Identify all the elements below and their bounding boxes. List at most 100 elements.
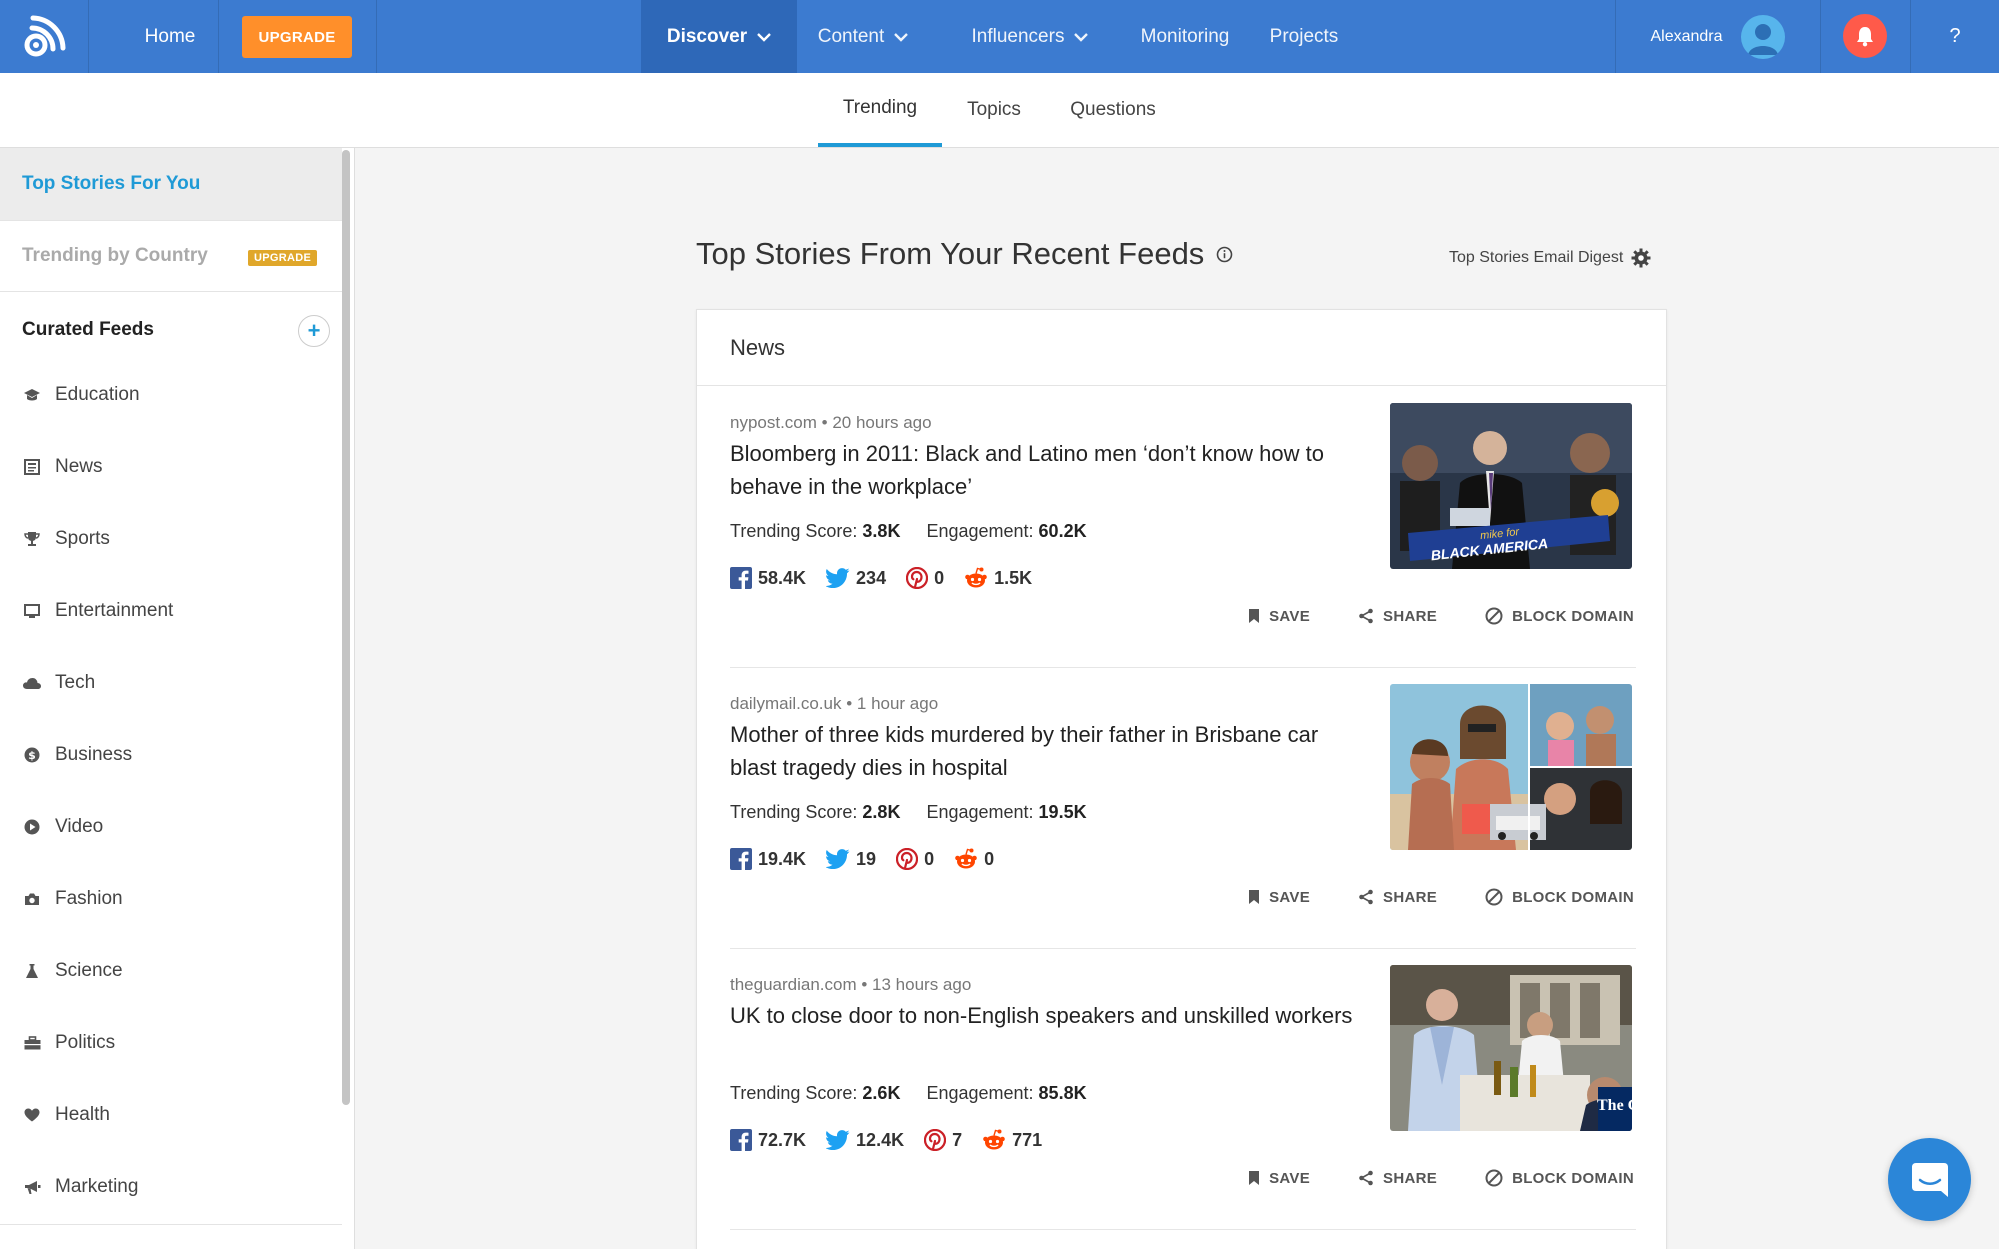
- share-button[interactable]: SHARE: [1358, 888, 1437, 906]
- save-button[interactable]: SAVE: [1248, 888, 1310, 906]
- thumbnail-logo-text: The Gu: [1597, 1097, 1632, 1114]
- share-button[interactable]: SHARE: [1358, 607, 1437, 625]
- chat-launcher-button[interactable]: [1888, 1138, 1971, 1221]
- story-item: nypost.com • 20 hours ago Bloomberg in 2…: [730, 387, 1636, 668]
- nav-divider: [218, 0, 219, 73]
- share-icon: [1359, 1170, 1373, 1186]
- block-domain-button[interactable]: BLOCK DOMAIN: [1485, 888, 1634, 906]
- email-digest-settings[interactable]: Top Stories Email Digest: [1449, 248, 1651, 268]
- top-navigation: Home UPGRADE Discover Content Influencer…: [0, 0, 1999, 73]
- sidebar-item-tech[interactable]: Tech: [0, 653, 342, 713]
- sidebar-item-video[interactable]: Video: [0, 797, 342, 857]
- reddit-icon: [983, 1129, 1005, 1150]
- sidebar-item-label: Sports: [55, 528, 110, 549]
- sidebar-item-label: Marketing: [55, 1176, 139, 1197]
- nav-influencers[interactable]: Influencers: [955, 0, 1105, 73]
- sidebar-item-politics[interactable]: Politics: [0, 1013, 342, 1073]
- twitter-count: 234: [826, 567, 886, 589]
- sidebar-item-fashion[interactable]: Fashion: [0, 869, 342, 929]
- share-icon: [1359, 608, 1373, 624]
- reddit-count: 0: [954, 848, 994, 870]
- pinterest-count: 0: [906, 567, 944, 589]
- sidebar-item-science[interactable]: Science: [0, 941, 342, 1001]
- story-headline[interactable]: UK to close door to non-English speakers…: [730, 999, 1360, 1032]
- cloud-icon: [23, 674, 41, 692]
- story-thumbnail[interactable]: BLACK AMERICA mike for: [1390, 403, 1632, 569]
- notifications-button[interactable]: [1843, 14, 1887, 58]
- facebook-icon: [730, 567, 752, 589]
- sidebar-item-business[interactable]: $ Business: [0, 725, 342, 785]
- tab-topics[interactable]: Topics: [955, 73, 1033, 147]
- tab-trending[interactable]: Trending: [818, 73, 942, 147]
- story-source[interactable]: dailymail.co.uk • 1 hour ago: [730, 694, 938, 714]
- story-actions: SAVE SHARE BLOCK DOMAIN: [1248, 607, 1634, 625]
- nav-discover[interactable]: Discover: [641, 0, 797, 73]
- nav-projects[interactable]: Projects: [1260, 0, 1348, 73]
- play-icon: [23, 818, 41, 836]
- story-scores: Trending Score: 2.6K Engagement: 85.8K: [730, 1083, 1087, 1104]
- page-title-text: Top Stories From Your Recent Feeds: [696, 236, 1205, 271]
- sidebar-divider: [0, 1224, 342, 1225]
- nav-content[interactable]: Content: [803, 0, 923, 73]
- reddit-count: 771: [982, 1129, 1042, 1151]
- engagement-score: Engagement: 85.8K: [926, 1083, 1087, 1103]
- story-item: dailymail.co.uk • 1 hour ago Mother of t…: [730, 668, 1636, 949]
- help-button[interactable]: ?: [1935, 0, 1975, 73]
- nav-home[interactable]: Home: [120, 0, 220, 73]
- save-button[interactable]: SAVE: [1248, 1169, 1310, 1187]
- sidebar-item-top-stories[interactable]: Top Stories For You: [0, 148, 342, 220]
- sidebar-item-label: Politics: [55, 1032, 116, 1053]
- engagement-score: Engagement: 19.5K: [926, 802, 1087, 822]
- pinterest-icon: [924, 1129, 947, 1151]
- engagement-score: Engagement: 60.2K: [926, 521, 1087, 541]
- reddit-icon: [955, 848, 977, 869]
- sidebar-item-entertainment[interactable]: Entertainment: [0, 581, 342, 641]
- reddit-icon: [965, 567, 987, 588]
- sidebar-item-news[interactable]: News: [0, 437, 342, 497]
- graduation-cap-icon: [23, 386, 41, 404]
- tab-questions[interactable]: Questions: [1060, 73, 1166, 147]
- trending-score: Trending Score: 3.8K: [730, 521, 901, 541]
- sidebar-item-marketing[interactable]: Marketing: [0, 1157, 342, 1217]
- sidebar-item-label: Education: [55, 384, 140, 405]
- story-thumbnail[interactable]: [1390, 684, 1632, 850]
- save-button[interactable]: SAVE: [1248, 607, 1310, 625]
- upgrade-badge: UPGRADE: [248, 250, 318, 266]
- story-headline[interactable]: Mother of three kids murdered by their f…: [730, 718, 1360, 784]
- sidebar-item-label: Business: [55, 744, 133, 765]
- sidebar-item-sports[interactable]: Sports: [0, 509, 342, 569]
- user-menu[interactable]: Alexandra: [1615, 0, 1820, 73]
- story-headline[interactable]: Bloomberg in 2011: Black and Latino men …: [730, 437, 1360, 503]
- block-domain-button[interactable]: BLOCK DOMAIN: [1485, 607, 1634, 625]
- nav-monitoring[interactable]: Monitoring: [1130, 0, 1240, 73]
- story-thumbnail[interactable]: The Gu: [1390, 965, 1632, 1131]
- curated-feeds-label: Curated Feeds: [22, 318, 154, 340]
- sidebar-item-education[interactable]: Education: [0, 365, 342, 425]
- twitter-count: 19: [826, 848, 876, 870]
- logo[interactable]: [0, 0, 88, 73]
- social-counts: 58.4K 234 0 1.5K: [730, 567, 1032, 589]
- trending-score: Trending Score: 2.8K: [730, 802, 901, 822]
- dollar-icon: $: [23, 746, 41, 764]
- add-feed-button[interactable]: +: [298, 315, 330, 347]
- sidebar-item-label: Entertainment: [55, 600, 174, 621]
- story-scores: Trending Score: 3.8K Engagement: 60.2K: [730, 521, 1087, 542]
- facebook-count: 19.4K: [730, 848, 806, 870]
- svg-text:$: $: [28, 749, 36, 762]
- sidebar-item-label: News: [55, 456, 103, 477]
- sidebar-item-health[interactable]: Health: [0, 1085, 342, 1145]
- page-title: Top Stories From Your Recent Feeds: [696, 236, 1233, 272]
- sidebar-scrollbar[interactable]: [342, 150, 350, 1105]
- share-button[interactable]: SHARE: [1358, 1169, 1437, 1187]
- curated-feeds-heading: Curated Feeds +: [0, 292, 342, 367]
- facebook-icon: [730, 848, 752, 870]
- story-source[interactable]: theguardian.com • 13 hours ago: [730, 975, 971, 995]
- info-icon[interactable]: [1216, 246, 1233, 263]
- sidebar-item-trending-by-country[interactable]: Trending by Country UPGRADE: [0, 220, 342, 292]
- upgrade-button[interactable]: UPGRADE: [242, 16, 352, 58]
- block-domain-button[interactable]: BLOCK DOMAIN: [1485, 1169, 1634, 1187]
- story-source[interactable]: nypost.com • 20 hours ago: [730, 413, 932, 433]
- twitter-count: 12.4K: [826, 1129, 904, 1151]
- facebook-icon: [730, 1129, 752, 1151]
- sidebar-item-label: Video: [55, 816, 104, 837]
